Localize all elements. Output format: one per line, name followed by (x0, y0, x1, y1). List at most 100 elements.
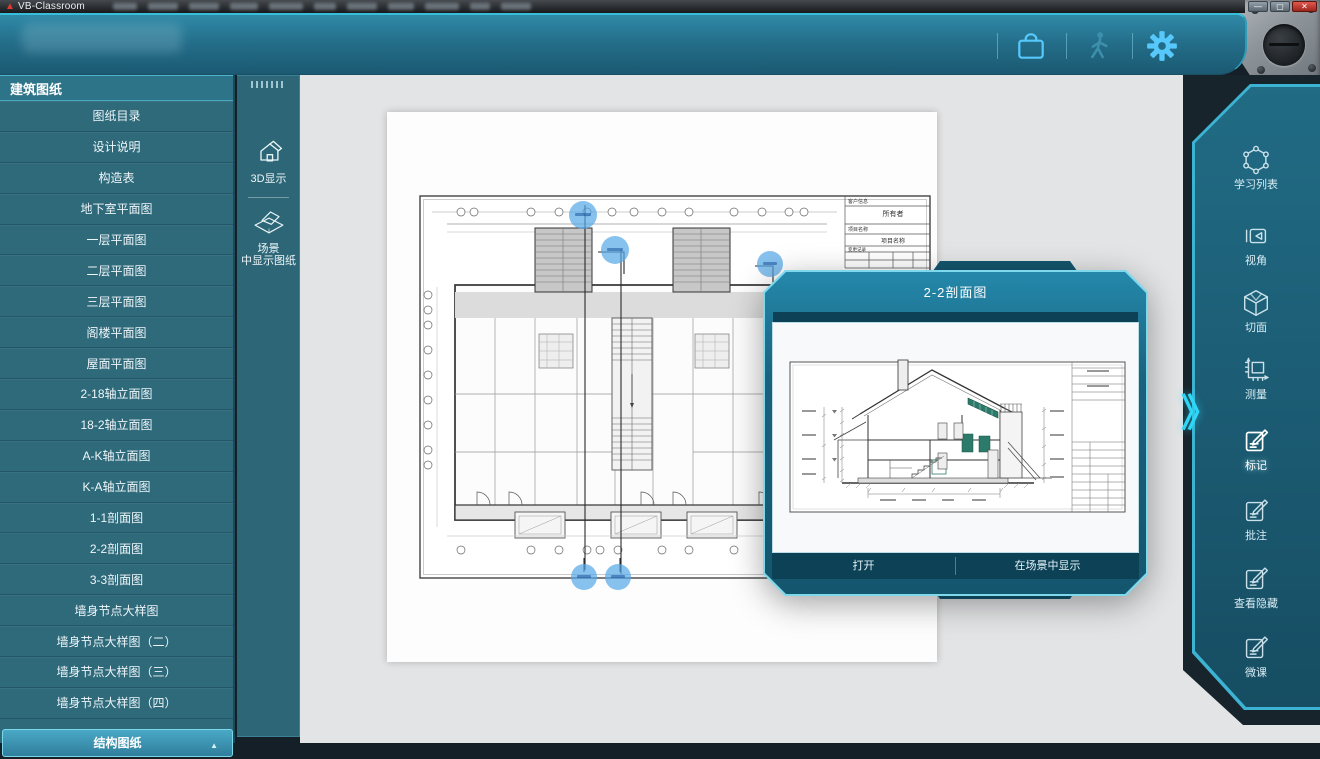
section-hotspot-marker[interactable] (569, 201, 597, 229)
micro-lesson-note-icon (1240, 632, 1272, 664)
popup-divider-strip (773, 312, 1138, 322)
section-drawing-svg (772, 322, 1139, 553)
tool-label: 标记 (1204, 460, 1308, 473)
menu-item-blurred[interactable] (470, 3, 490, 10)
tool-micro-lesson[interactable]: 微课 (1204, 632, 1308, 680)
scene-sheet-icon (252, 206, 286, 238)
sidebar-item-elevation-k-a[interactable]: K-A轴立面图 (0, 472, 233, 503)
window-title: VB-Classroom (18, 1, 85, 12)
panel-expand-chevron-icon[interactable]: 》 (1181, 390, 1219, 438)
tool-cut-plane[interactable]: 切面 (1204, 287, 1308, 335)
tool-measure[interactable]: 测量 (1204, 354, 1308, 402)
tool-label: 查看隐藏 (1204, 598, 1308, 611)
menu-item-blurred[interactable] (113, 3, 137, 10)
menu-item-blurred[interactable] (230, 3, 258, 10)
menu-item-blurred[interactable] (269, 3, 303, 10)
titleblock-project-value: 项目名称 (860, 236, 926, 245)
sidebar-item-elevation-18-2[interactable]: 18-2轴立面图 (0, 410, 233, 441)
menu-item-blurred[interactable] (425, 3, 459, 10)
toolbar-divider (1066, 33, 1067, 59)
mode-scene-label-line1: 场景 (237, 243, 300, 255)
gear-icon (1145, 29, 1179, 63)
sidebar-item-wall-detail-3[interactable]: 墙身节点大样图（三） (0, 657, 233, 688)
tool-label: 视角 (1204, 255, 1308, 268)
walk-mode-button[interactable] (1082, 29, 1116, 63)
walking-person-icon (1082, 29, 1116, 63)
screw-icon (1257, 66, 1265, 74)
mode-panel: 3D显示 场景 中显示图纸 (237, 75, 300, 737)
mode-scene-label-line2: 中显示图纸 (237, 255, 300, 267)
tool-annotate[interactable]: 批注 (1204, 495, 1308, 543)
titleblock-revision-label: 变更记录 (848, 247, 866, 253)
menu-item-blurred[interactable] (501, 3, 531, 10)
popup-dialog: 2-2剖面图 (763, 270, 1148, 596)
sidebar-next-section-bar[interactable]: 结构图纸 ▲ (2, 729, 233, 757)
toolbar-blurred-branding (22, 23, 182, 53)
sidebar-item-elevation-a-k[interactable]: A-K轴立面图 (0, 441, 233, 472)
sidebar-item-floor1-plan[interactable]: 一层平面图 (0, 225, 233, 256)
toolkit-bag-button[interactable] (1014, 29, 1048, 63)
close-button[interactable]: ✕ (1292, 1, 1317, 12)
sidebar-item-floor2-plan[interactable]: 二层平面图 (0, 255, 233, 286)
menu-item-blurred[interactable] (148, 3, 178, 10)
tool-mark[interactable]: 标记 (1204, 425, 1308, 473)
maximize-button[interactable]: ▢ (1270, 1, 1290, 12)
sidebar-item-construction-table[interactable]: 构造表 (0, 163, 233, 194)
sidebar-item-attic-plan[interactable]: 阁楼平面图 (0, 317, 233, 348)
title-bar: ▲ VB-Classroom (0, 0, 1245, 13)
sidebar-item-roof-plan[interactable]: 屋面平面图 (0, 348, 233, 379)
popup-show-in-scene-button[interactable]: 在场景中显示 (956, 553, 1139, 579)
popup-title: 2-2剖面图 (763, 282, 1148, 301)
sidebar-item-section-1-1[interactable]: 1-1剖面图 (0, 503, 233, 534)
window-controls: — ▢ ✕ (1248, 1, 1317, 12)
tool-label: 批注 (1204, 530, 1308, 543)
toolbar-divider (1132, 33, 1133, 59)
titleblock-owner-value: 所有者 (858, 209, 928, 219)
menu-item-blurred[interactable] (314, 3, 336, 10)
popup-preview-area[interactable] (772, 322, 1139, 553)
app-logo-icon: ▲ (5, 2, 14, 11)
view-hidden-note-icon (1240, 563, 1272, 595)
mark-note-icon (1240, 425, 1272, 457)
sidebar-item-drawing-catalog[interactable]: 图纸目录 (0, 101, 233, 132)
sidebar-item-wall-detail-2[interactable]: 墙身节点大样图（二） (0, 626, 233, 657)
mode-3d-button[interactable]: 3D显示 (237, 136, 300, 185)
sidebar-section-header[interactable]: 建筑图纸 (0, 75, 233, 101)
metal-knob-icon (1263, 24, 1305, 66)
panel-divider (248, 197, 289, 198)
sidebar-item-design-notes[interactable]: 设计说明 (0, 132, 233, 163)
panel-grip-icon[interactable] (251, 81, 285, 88)
sidebar-item-floor3-plan[interactable]: 三层平面图 (0, 286, 233, 317)
left-sidebar: 建筑图纸 图纸目录 设计说明 构造表 地下室平面图 一层平面图 二层平面图 三层… (0, 75, 235, 743)
menu-item-blurred[interactable] (347, 3, 377, 10)
mode-scene-sheet-button[interactable]: 场景 中显示图纸 (237, 206, 300, 267)
tool-label: 学习列表 (1204, 179, 1308, 192)
section-hotspot-marker[interactable] (605, 564, 631, 590)
tool-view-hidden[interactable]: 查看隐藏 (1204, 563, 1308, 611)
toolbar-divider (997, 33, 998, 59)
cube-section-icon (1240, 287, 1272, 319)
minimize-button[interactable]: — (1248, 1, 1268, 12)
top-toolbar (0, 13, 1247, 75)
tool-learn-list[interactable]: 学习列表 (1204, 144, 1308, 192)
section-hotspot-marker[interactable] (571, 564, 597, 590)
menu-item-blurred[interactable] (189, 3, 219, 10)
annotate-note-icon (1240, 495, 1272, 527)
sidebar-item-section-2-2[interactable]: 2-2剖面图 (0, 533, 233, 564)
titleblock-client-label: 客户信息 (848, 198, 868, 205)
sidebar-item-section-3-3[interactable]: 3-3剖面图 (0, 564, 233, 595)
titleblock-project-label: 项目名称 (848, 226, 868, 233)
measure-icon (1240, 354, 1272, 386)
tool-viewpoint[interactable]: 视角 (1204, 220, 1308, 268)
sidebar-item-wall-detail-4[interactable]: 墙身节点大样图（四） (0, 688, 233, 719)
sidebar-item-wall-detail[interactable]: 墙身节点大样图 (0, 595, 233, 626)
settings-button[interactable] (1145, 29, 1179, 63)
popup-open-button[interactable]: 打开 (772, 553, 955, 579)
menu-item-blurred[interactable] (388, 3, 414, 10)
sidebar-item-elevation-2-18[interactable]: 2-18轴立面图 (0, 379, 233, 410)
menu-bar-redacted (113, 3, 531, 10)
tool-label: 微课 (1204, 667, 1308, 680)
bag-icon (1014, 29, 1048, 63)
sidebar-item-basement-plan[interactable]: 地下室平面图 (0, 194, 233, 225)
section-hotspot-marker[interactable] (601, 236, 629, 264)
